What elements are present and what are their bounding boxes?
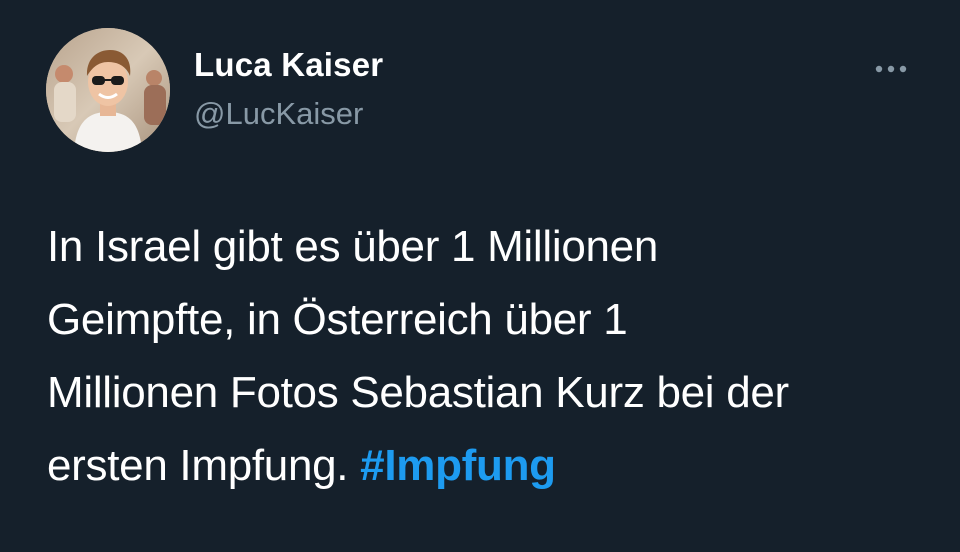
avatar[interactable] — [46, 28, 170, 152]
tweet-text-line: Geimpfte, in Österreich über 1 — [47, 295, 628, 344]
tweet-text-line: ersten Impfung. #Impfung — [47, 429, 927, 502]
tweet-text-line: Millionen Fotos Sebastian Kurz bei der — [47, 368, 789, 417]
tweet-text: In Israel gibt es über 1 Millionen Geimp… — [47, 210, 927, 502]
author-display-name[interactable]: Luca Kaiser — [194, 46, 383, 84]
ellipsis-icon — [875, 65, 907, 73]
tweet-text-line: In Israel gibt es über 1 Millionen — [47, 222, 659, 271]
hashtag-link[interactable]: #Impfung — [360, 441, 556, 490]
more-options-button[interactable] — [866, 52, 916, 86]
author-handle[interactable]: @LucKaiser — [194, 96, 363, 132]
tweet-text-segment: ersten Impfung. — [47, 441, 361, 490]
tweet-card: Luca Kaiser @LucKaiser In Israel gibt es… — [0, 0, 960, 552]
avatar-photo — [46, 28, 170, 152]
